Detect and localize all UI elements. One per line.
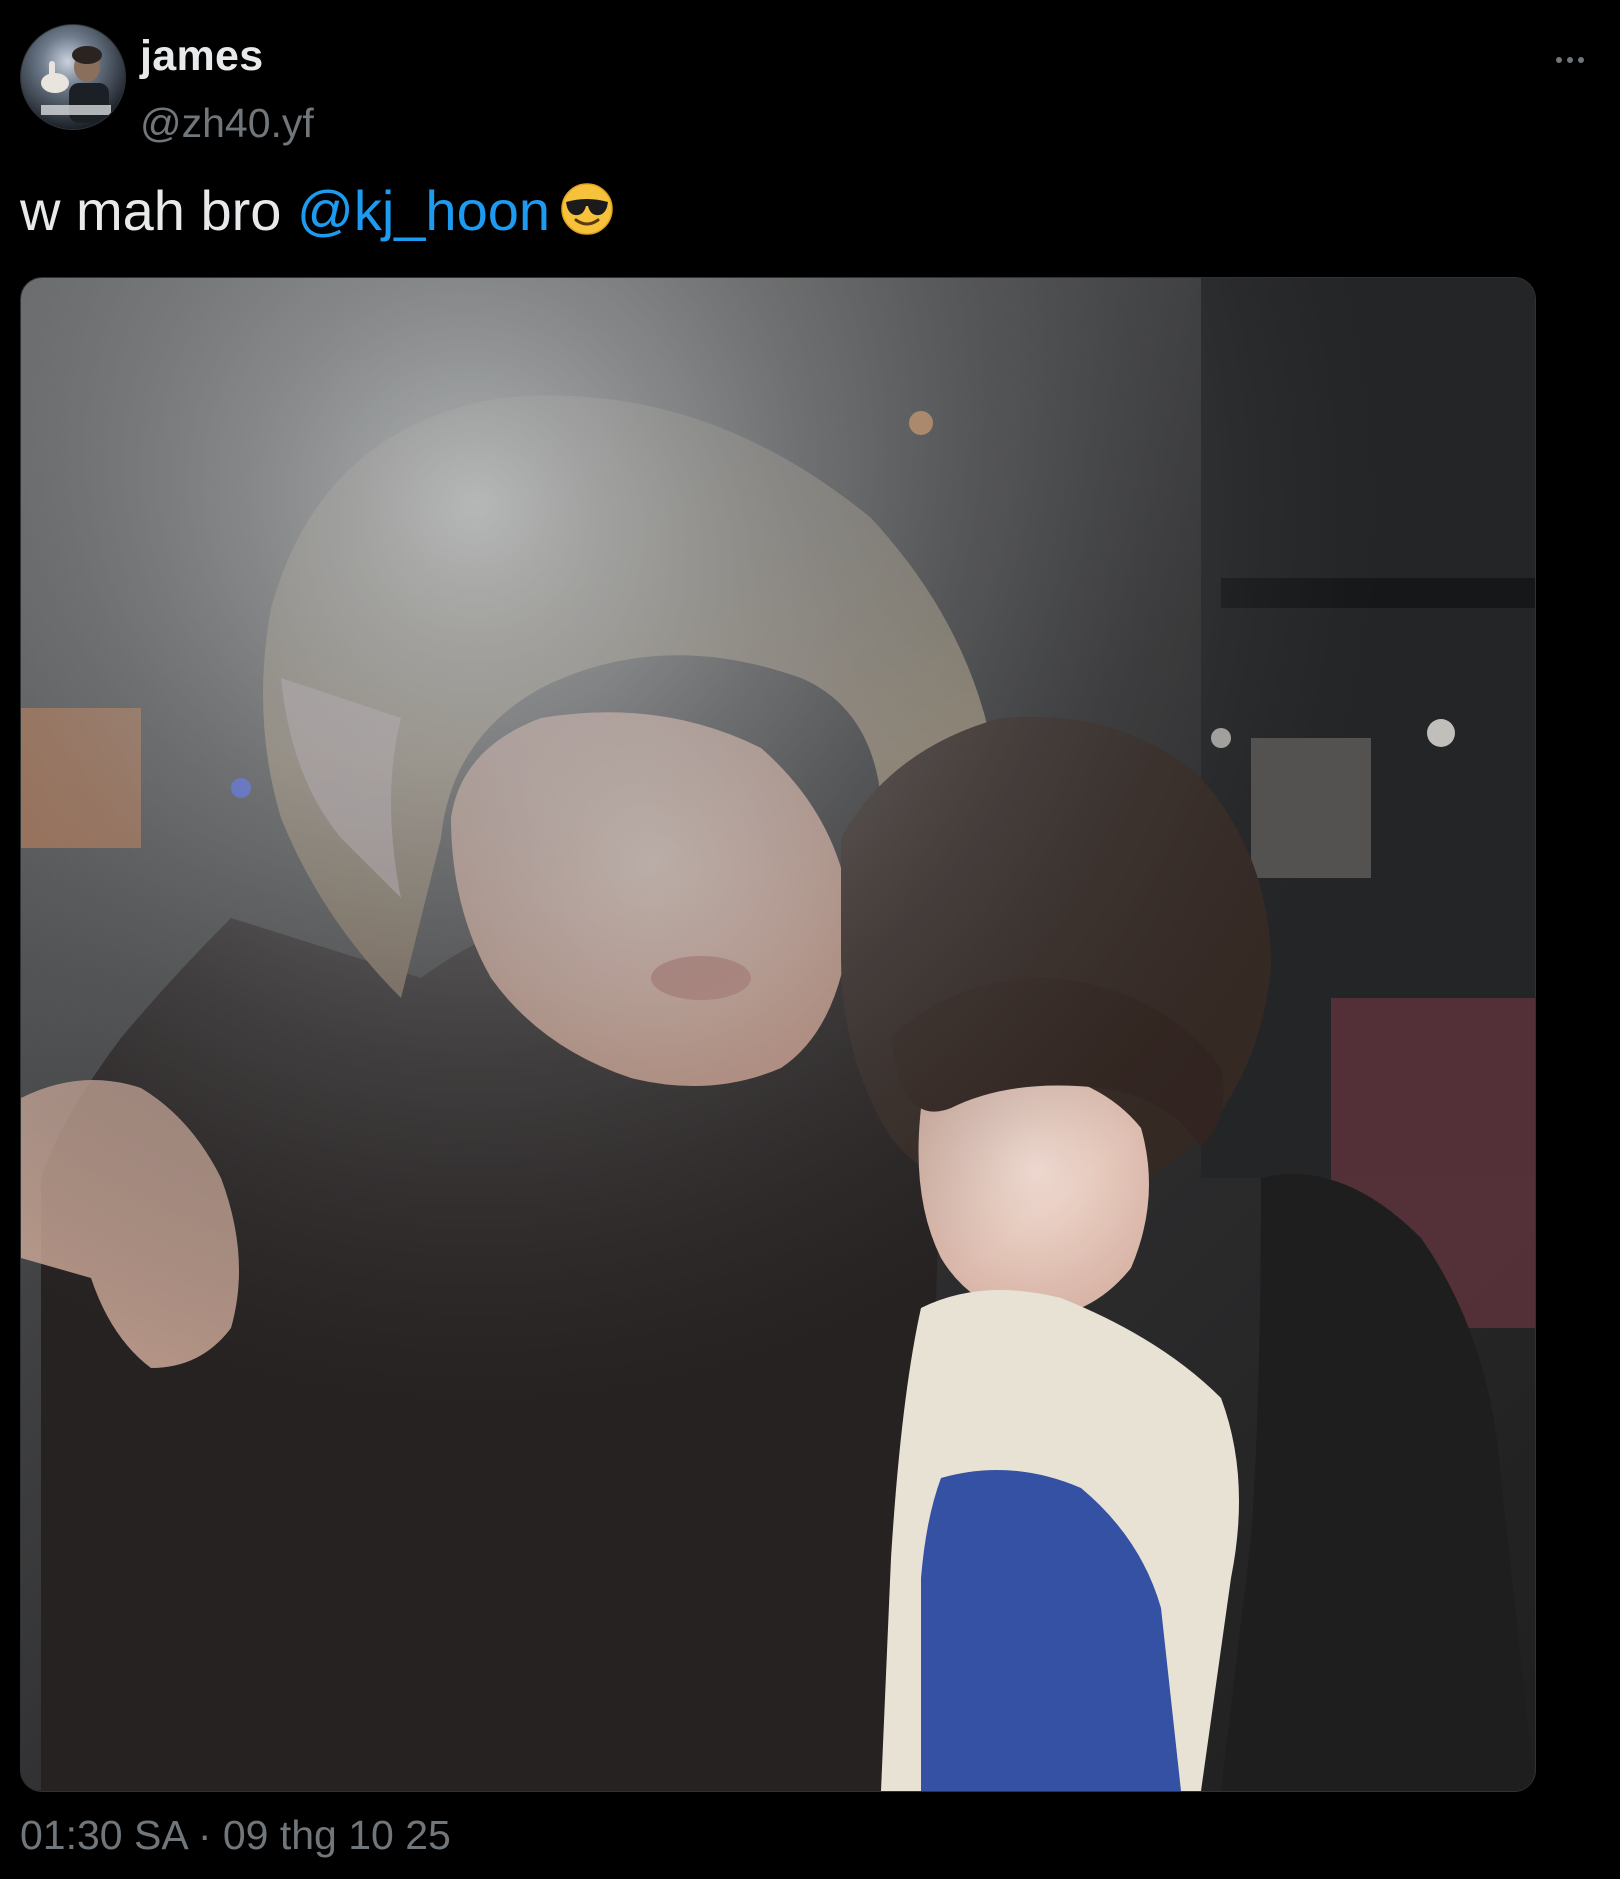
more-options-button[interactable] (1540, 40, 1600, 80)
more-horizontal-icon (1556, 57, 1584, 63)
post-text-body: w mah bro (20, 179, 297, 242)
author-display-name[interactable]: james (140, 32, 263, 81)
avatar-image (21, 25, 125, 129)
author-avatar[interactable] (20, 24, 126, 130)
post-text: w mah bro @kj_hoon (20, 178, 614, 243)
post-photo[interactable] (20, 277, 1536, 1792)
post-header: james @zh40.yf (20, 24, 1600, 146)
post-timestamp[interactable]: 01:30 SA · 09 thg 10 25 (20, 1812, 451, 1859)
author-handle[interactable]: @zh40.yf (140, 100, 314, 147)
smiling-face-with-sunglasses-icon (560, 182, 614, 236)
mention-link[interactable]: @kj_hoon (297, 179, 550, 242)
photo-image (21, 278, 1535, 1791)
